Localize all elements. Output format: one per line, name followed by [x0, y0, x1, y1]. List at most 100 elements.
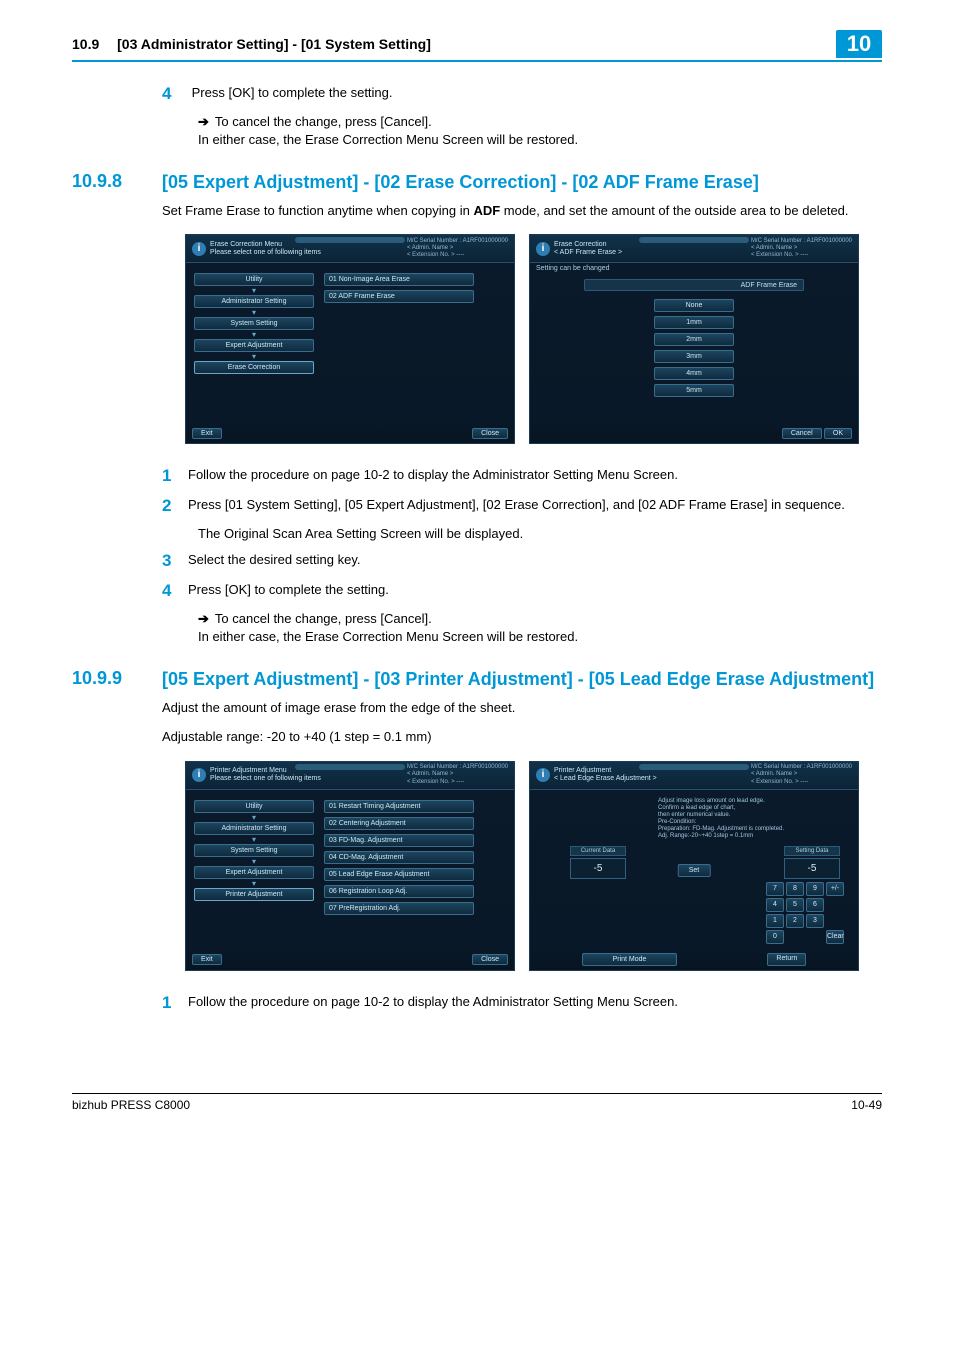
screenshot-row: 2010/04/04 14:00 i Printer Adjustment Me… — [162, 761, 882, 971]
panel-title: Printer Adjustment Menu — [210, 767, 407, 775]
ext-text: < Extension No. > ---- — [751, 252, 852, 259]
key-2[interactable]: 2 — [786, 914, 804, 928]
section-intro: Set Frame Erase to function anytime when… — [162, 202, 882, 221]
info-icon: i — [192, 242, 206, 256]
panel-subtitle: Please select one of following items — [210, 775, 407, 783]
menu-item-non-image[interactable]: 01 Non-Image Area Erase — [324, 273, 474, 286]
panel-subtitle: Please select one of following items — [210, 249, 407, 257]
subsection-number: 10.9.9 — [72, 668, 162, 689]
info-icon: i — [192, 768, 206, 782]
cancel-note: To cancel the change, press [Cancel]. — [215, 611, 432, 626]
header-section-title: [03 Administrator Setting] - [01 System … — [117, 36, 431, 52]
option-none[interactable]: None — [654, 299, 734, 312]
subsection-title: [05 Expert Adjustment] - [03 Printer Adj… — [162, 668, 882, 691]
serial-text: M/C Serial Number : A1RF001000000 — [751, 238, 852, 245]
key-0[interactable]: 0 — [766, 930, 784, 944]
crumb-admin[interactable]: Administrator Setting — [194, 822, 314, 835]
option-5mm[interactable]: 5mm — [654, 384, 734, 397]
admin-text: < Admin. Name > — [751, 245, 852, 252]
section-p1: Adjust the amount of image erase from th… — [162, 699, 882, 718]
step-after: The Original Scan Area Setting Screen wi… — [198, 526, 882, 541]
menu-item[interactable]: 05 Lead Edge Erase Adjustment — [324, 868, 474, 881]
description-text: Adjust image loss amount on lead edge. C… — [658, 798, 848, 841]
close-button[interactable]: Close — [472, 954, 508, 965]
admin-text: < Admin. Name > — [407, 771, 508, 778]
crumb-expert[interactable]: Expert Adjustment — [194, 339, 314, 352]
breadcrumb: Utility▾ Administrator Setting▾ System S… — [194, 273, 314, 376]
either-note: In either case, the Erase Correction Men… — [198, 132, 882, 147]
step-number: 1 — [162, 993, 188, 1013]
menu-item[interactable]: 04 CD-Mag. Adjustment — [324, 851, 474, 864]
ext-text: < Extension No. > ---- — [751, 779, 852, 786]
breadcrumb: Utility▾ Administrator Setting▾ System S… — [194, 800, 314, 903]
step-text: Press [OK] to complete the setting. — [188, 581, 878, 600]
crumb-printer-adjust[interactable]: Printer Adjustment — [194, 888, 314, 901]
option-3mm[interactable]: 3mm — [654, 350, 734, 363]
step-text: Follow the procedure on page 10-2 to dis… — [188, 993, 878, 1012]
setting-value: -5 — [784, 858, 840, 879]
step-text: Press [01 System Setting], [05 Expert Ad… — [188, 496, 878, 515]
serial-text: M/C Serial Number : A1RF001000000 — [751, 764, 852, 771]
key-9[interactable]: 9 — [806, 882, 824, 896]
menu-item[interactable]: 07 PreRegistration Adj. — [324, 902, 474, 915]
subsection-number: 10.9.8 — [72, 171, 162, 192]
screenshot-adf-frame-erase: 2010/04/04 14:00 i Erase Correction < AD… — [529, 234, 859, 444]
exit-button[interactable]: Exit — [192, 428, 222, 439]
menu-item[interactable]: 03 FD-Mag. Adjustment — [324, 834, 474, 847]
set-button[interactable]: Set — [678, 864, 711, 877]
step-number: 2 — [162, 496, 188, 516]
crumb-system[interactable]: System Setting — [194, 317, 314, 330]
panel-title: Erase Correction — [554, 241, 751, 249]
screenshot-lead-edge-adjust: 2010/04/04 14:00 i Printer Adjustment < … — [529, 761, 859, 971]
status-banner: Setting can be changed — [536, 265, 610, 272]
key-6[interactable]: 6 — [806, 898, 824, 912]
print-mode-button[interactable]: Print Mode — [582, 953, 678, 966]
screenshot-printer-adjust-menu: 2010/04/04 14:00 i Printer Adjustment Me… — [185, 761, 515, 971]
option-4mm[interactable]: 4mm — [654, 367, 734, 380]
menu-item[interactable]: 01 Restart Timing Adjustment — [324, 800, 474, 813]
crumb-expert[interactable]: Expert Adjustment — [194, 866, 314, 879]
key-clear[interactable]: Clear — [826, 930, 844, 944]
panel-title: Printer Adjustment — [554, 767, 751, 775]
panel-subtitle: < ADF Frame Erase > — [554, 249, 751, 257]
menu-item[interactable]: 06 Registration Loop Adj. — [324, 885, 474, 898]
subsection-title: [05 Expert Adjustment] - [02 Erase Corre… — [162, 171, 882, 194]
step-number: 1 — [162, 466, 188, 486]
panel-title: Erase Correction Menu — [210, 241, 407, 249]
either-note: In either case, the Erase Correction Men… — [198, 629, 882, 644]
panel-subtitle: < Lead Edge Erase Adjustment > — [554, 775, 751, 783]
crumb-system[interactable]: System Setting — [194, 844, 314, 857]
key-5[interactable]: 5 — [786, 898, 804, 912]
info-icon: i — [536, 242, 550, 256]
key-8[interactable]: 8 — [786, 882, 804, 896]
exit-button[interactable]: Exit — [192, 954, 222, 965]
option-1mm[interactable]: 1mm — [654, 316, 734, 329]
key-4[interactable]: 4 — [766, 898, 784, 912]
arrow-icon: ➔ — [198, 611, 209, 626]
footer-page: 10-49 — [851, 1098, 882, 1112]
key-7[interactable]: 7 — [766, 882, 784, 896]
key-3[interactable]: 3 — [806, 914, 824, 928]
close-button[interactable]: Close — [472, 428, 508, 439]
info-icon: i — [536, 768, 550, 782]
menu-item[interactable]: 02 Centering Adjustment — [324, 817, 474, 830]
numeric-keypad: 7 8 9 +/- 4 5 6 1 2 3 0 — [766, 882, 844, 944]
key-sign[interactable]: +/- — [826, 882, 844, 896]
key-1[interactable]: 1 — [766, 914, 784, 928]
ok-button[interactable]: OK — [824, 428, 852, 439]
crumb-utility[interactable]: Utility — [194, 800, 314, 813]
setting-label: Setting Data — [784, 846, 840, 856]
return-button[interactable]: Return — [767, 953, 806, 966]
serial-text: M/C Serial Number : A1RF001000000 — [407, 238, 508, 245]
crumb-admin[interactable]: Administrator Setting — [194, 295, 314, 308]
menu-item-adf-frame[interactable]: 02 ADF Frame Erase — [324, 290, 474, 303]
footer-product: bizhub PRESS C8000 — [72, 1098, 190, 1112]
crumb-utility[interactable]: Utility — [194, 273, 314, 286]
serial-text: M/C Serial Number : A1RF001000000 — [407, 764, 508, 771]
cancel-button[interactable]: Cancel — [782, 428, 822, 439]
step-text: Follow the procedure on page 10-2 to dis… — [188, 466, 878, 485]
step-number: 3 — [162, 551, 188, 571]
option-2mm[interactable]: 2mm — [654, 333, 734, 346]
arrow-icon: ➔ — [198, 114, 209, 129]
crumb-erase-correction[interactable]: Erase Correction — [194, 361, 314, 374]
